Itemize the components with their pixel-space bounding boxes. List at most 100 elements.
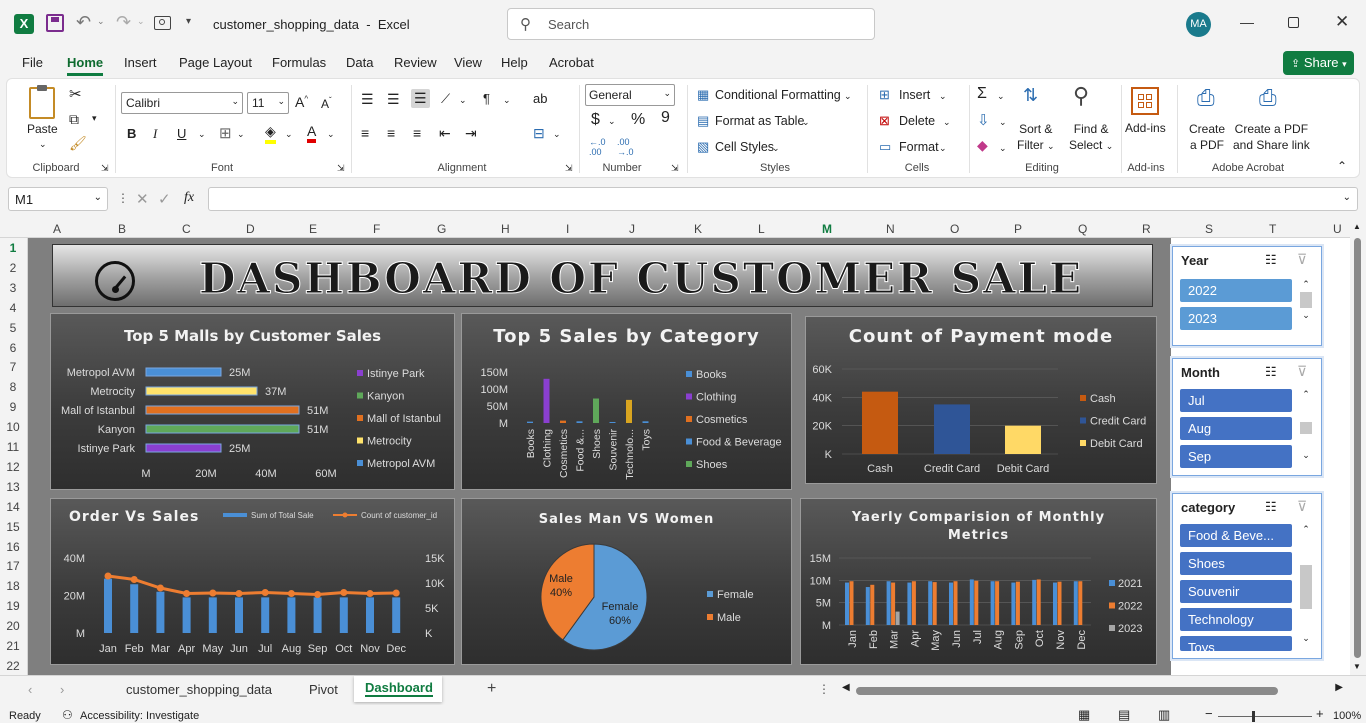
row-header-20[interactable]: 20 <box>0 619 26 633</box>
page-layout-view-icon[interactable]: ▤ <box>1118 707 1130 723</box>
undo-dropdown-icon[interactable]: ⌄ <box>97 16 105 27</box>
currency-dropdown-icon[interactable]: ⌄ <box>608 116 616 127</box>
paragraph-icon[interactable]: ¶ <box>483 91 490 106</box>
column-header-i[interactable]: I <box>566 222 569 236</box>
format-cells-button[interactable]: Format <box>899 140 939 154</box>
tab-dashboard[interactable]: Dashboard <box>354 676 442 702</box>
slicer-item-shoes[interactable]: Shoes <box>1180 552 1292 575</box>
restore-button[interactable] <box>1288 17 1299 28</box>
font-color-icon[interactable]: A <box>307 123 317 143</box>
clear-filter-icon[interactable]: ⊽ <box>1297 251 1307 268</box>
zoom-in-icon[interactable]: + <box>1316 706 1324 721</box>
copy-icon[interactable]: ⧉ <box>69 111 79 128</box>
slicer-year[interactable]: Year ☷ ⊽ 2022 2023 ⌃ ⌄ <box>1172 246 1322 346</box>
merge-dropdown-icon[interactable]: ⌄ <box>553 129 561 140</box>
italic-icon[interactable]: I <box>153 126 157 142</box>
column-header-t[interactable]: T <box>1269 222 1276 236</box>
autosum-icon[interactable]: Σ <box>977 85 987 103</box>
tab-help[interactable]: Help <box>501 55 528 70</box>
align-middle-icon[interactable]: ☰ <box>387 91 400 108</box>
insert-function-icon[interactable]: fx <box>184 190 194 206</box>
zoom-level[interactable]: 100% <box>1333 710 1361 722</box>
conditional-formatting-button[interactable]: Conditional Formatting <box>715 88 841 102</box>
create-pdf-share-button[interactable]: Create a PDF and Share link <box>1233 121 1310 153</box>
column-header-s[interactable]: S <box>1205 222 1213 236</box>
tab-pivot[interactable]: Pivot <box>309 682 338 697</box>
wrap-text-icon[interactable]: ab <box>533 91 547 106</box>
customize-qat-icon[interactable]: ▾ <box>186 16 191 27</box>
column-header-a[interactable]: A <box>53 222 61 236</box>
clear-filter-icon[interactable]: ⊽ <box>1297 363 1307 380</box>
shrink-font-icon[interactable]: Aˇ <box>321 96 332 111</box>
minimize-button[interactable]: — <box>1240 14 1254 30</box>
multi-select-icon[interactable]: ☷ <box>1265 364 1277 380</box>
row-header-17[interactable]: 17 <box>0 559 26 573</box>
redo-icon[interactable]: ↷ <box>116 12 131 33</box>
row-header-1[interactable]: 1 <box>0 241 26 255</box>
gender-chart[interactable]: Sales Man VS Women Female 60% Male 40% Femal… <box>461 498 792 665</box>
tab-file[interactable]: File <box>22 55 43 70</box>
column-header-p[interactable]: P <box>1014 222 1022 236</box>
worksheet[interactable]: DASHBOARD OF CUSTOMER SALE Top 5 Malls b… <box>28 238 1350 675</box>
decrease-indent-icon[interactable]: ⇤ <box>439 125 451 142</box>
clipboard-launcher-icon[interactable]: ⇲ <box>101 163 109 174</box>
delete-cells-button[interactable]: Delete <box>899 114 935 128</box>
add-ins-button[interactable]: Add-ins <box>1125 121 1166 135</box>
underline-icon[interactable]: U <box>177 126 186 141</box>
borders-dropdown-icon[interactable]: ⌄ <box>237 129 245 140</box>
row-header-16[interactable]: 16 <box>0 540 26 554</box>
column-header-g[interactable]: G <box>437 222 446 236</box>
slicer-item-2022[interactable]: 2022 <box>1180 279 1292 302</box>
multi-select-icon[interactable]: ☷ <box>1265 499 1277 515</box>
merge-center-icon[interactable]: ⊟ <box>533 125 545 142</box>
slicer-item-technology[interactable]: Technology <box>1180 608 1292 631</box>
yearly-chart[interactable]: Yaerly Comparision of Monthly Metrics M 5M… <box>800 498 1157 665</box>
fill-down-icon[interactable]: ⇩ <box>977 111 990 129</box>
row-header-15[interactable]: 15 <box>0 520 26 534</box>
increase-decimal-icon[interactable]: ←.0.00 <box>589 137 606 157</box>
tab-insert[interactable]: Insert <box>124 55 157 70</box>
order-vs-sales-chart[interactable]: Order Vs Sales Sum of Total Sale Count of… <box>50 498 455 665</box>
tab-acrobat[interactable]: Acrobat <box>549 55 594 70</box>
underline-dropdown-icon[interactable]: ⌄ <box>198 129 206 140</box>
font-size-select[interactable]: 11 ⌄ <box>247 92 289 114</box>
cancel-edit-icon[interactable]: ✕ <box>136 190 149 208</box>
slicer-item-jul[interactable]: Jul <box>1180 389 1292 412</box>
row-header-14[interactable]: 14 <box>0 500 26 514</box>
tab-home[interactable]: Home <box>67 55 104 76</box>
column-header-u[interactable]: U <box>1333 222 1342 236</box>
row-header-19[interactable]: 19 <box>0 599 26 613</box>
column-header-k[interactable]: K <box>694 222 702 236</box>
clear-filter-icon[interactable]: ⊽ <box>1297 498 1307 515</box>
page-break-view-icon[interactable]: ▥ <box>1158 707 1170 723</box>
column-header-j[interactable]: J <box>629 222 635 236</box>
tab-view[interactable]: View <box>454 55 482 70</box>
name-box[interactable]: M1 ⌄ <box>8 187 108 211</box>
slicer-item-food[interactable]: Food & Beve... <box>1180 524 1292 547</box>
bold-icon[interactable]: B <box>127 126 136 141</box>
row-header-12[interactable]: 12 <box>0 460 26 474</box>
slicer-scrollbar[interactable]: ⌃ ⌄ <box>1299 524 1313 650</box>
paste-dropdown-icon[interactable]: ⌄ <box>39 139 47 150</box>
slicer-category[interactable]: category ☷ ⊽ Food & Beve... Shoes Souven… <box>1172 493 1322 659</box>
fill-color-icon[interactable]: ◈ <box>265 123 276 144</box>
more-icon[interactable]: ⋮ <box>117 191 129 205</box>
font-launcher-icon[interactable]: ⇲ <box>337 163 345 174</box>
column-header-m[interactable]: M <box>822 222 832 236</box>
format-as-table-button[interactable]: Format as Table <box>715 114 804 128</box>
row-header-11[interactable]: 11 <box>0 440 26 454</box>
cut-icon[interactable]: ✂ <box>69 85 82 103</box>
malls-chart[interactable]: Top 5 Malls by Customer Sales Metropol A… <box>50 313 455 490</box>
borders-icon[interactable]: ⊞ <box>219 124 232 142</box>
tab-customer-shopping-data[interactable]: customer_shopping_data <box>126 682 272 697</box>
row-header-22[interactable]: 22 <box>0 659 26 673</box>
payment-chart[interactable]: Count of Payment mode K 20K 40K 60K Cash Cash… <box>805 316 1157 484</box>
row-header-5[interactable]: 5 <box>0 321 26 335</box>
sort-filter-button[interactable]: Sort & Filter ⌄ <box>1017 121 1055 154</box>
vertical-scrollbar[interactable]: ▲ ▼ <box>1350 220 1366 675</box>
slicer-item-sep[interactable]: Sep <box>1180 445 1292 468</box>
align-top-icon[interactable]: ☰ <box>361 91 374 108</box>
undo-icon[interactable]: ↶ <box>76 12 91 33</box>
normal-view-icon[interactable]: ▦ <box>1078 707 1090 723</box>
tab-data[interactable]: Data <box>346 55 373 70</box>
